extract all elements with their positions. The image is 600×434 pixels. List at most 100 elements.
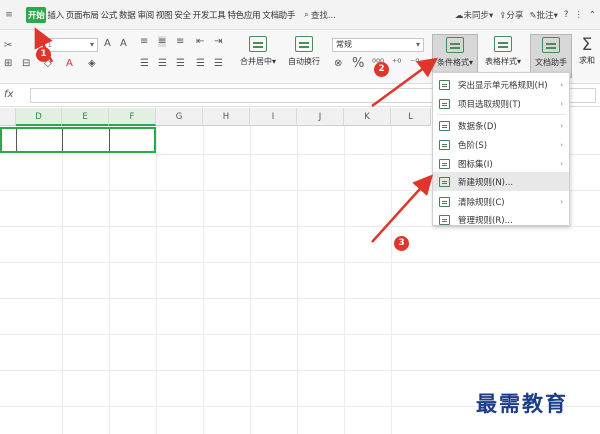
border-dropdown-icon[interactable]: ⊟: [22, 58, 30, 69]
tab-page-layout[interactable]: 页面布局: [65, 9, 100, 21]
wrap-icon: [295, 36, 313, 52]
step-badge-2: 2: [374, 62, 389, 77]
decimal-increase-icon[interactable]: ⁺⁰: [392, 58, 401, 69]
align-center-icon[interactable]: ☰: [158, 58, 167, 69]
number-format-select[interactable]: 常规 ▾: [332, 38, 424, 52]
quick-access-icon[interactable]: ≡: [2, 10, 16, 20]
tab-insert[interactable]: 插入: [46, 9, 64, 21]
menu-item-top-bottom-rules[interactable]: 项目选取规则(T) ›: [433, 94, 569, 113]
currency-icon[interactable]: ⊗: [334, 58, 342, 69]
tab-start[interactable]: 开始: [26, 6, 47, 23]
grid-line: [297, 126, 298, 434]
sync-button[interactable]: ☁未同步▾: [455, 9, 493, 21]
distribute-icon[interactable]: ☰: [214, 58, 223, 69]
sum-button[interactable]: Σ 求和: [574, 34, 600, 78]
sigma-icon: Σ: [581, 35, 593, 55]
tab-review[interactable]: 审阅: [136, 9, 154, 21]
search-box[interactable]: ⌕ 查找...: [304, 9, 336, 21]
corner-header[interactable]: [0, 108, 16, 126]
clear-format-icon[interactable]: ◈: [88, 58, 96, 69]
grid-line: [109, 126, 110, 434]
align-middle-icon[interactable]: ≡: [158, 36, 167, 47]
manage-rules-icon: [439, 214, 450, 225]
comment-button[interactable]: ✎批注▾: [529, 9, 557, 21]
indent-increase-icon[interactable]: ⇥: [214, 36, 222, 47]
new-rule-icon: [439, 176, 450, 187]
grid-line: [0, 370, 600, 371]
search-icon: ⌕: [304, 9, 309, 20]
merge-icon: [249, 36, 267, 52]
column-header-d[interactable]: D: [16, 108, 62, 126]
menu-item-icon-sets[interactable]: 图标集(I) ›: [433, 154, 569, 173]
tab-view[interactable]: 视图: [155, 9, 173, 21]
more-icon[interactable]: ⋮: [574, 10, 583, 20]
grid-line: [156, 126, 157, 434]
indent-decrease-icon[interactable]: ⇤: [196, 36, 204, 47]
border-icon[interactable]: ⊞: [4, 58, 12, 69]
tab-special[interactable]: 特色应用: [226, 9, 261, 21]
font-color-icon[interactable]: A: [66, 58, 73, 69]
grid-line: [62, 126, 63, 434]
menu-item-data-bars[interactable]: 数据条(D) ›: [433, 116, 569, 135]
table-style-icon: [494, 36, 512, 52]
doc-assistant-icon: [542, 37, 560, 53]
font-grow-icon[interactable]: A: [104, 38, 111, 49]
menu-item-manage-rules[interactable]: 管理规则(R)...: [433, 210, 569, 229]
percent-button[interactable]: %: [352, 56, 364, 71]
tab-security[interactable]: 安全: [173, 9, 191, 21]
menu-separator: [437, 114, 565, 115]
merge-center-button[interactable]: 合并居中▾: [238, 34, 278, 78]
collapse-icon[interactable]: ⌃: [589, 10, 596, 20]
share-button[interactable]: ⇪分享: [499, 9, 523, 21]
conditional-format-icon: [446, 37, 464, 53]
grid-line: [344, 126, 345, 434]
column-header-h[interactable]: H: [203, 108, 250, 126]
tab-developer[interactable]: 开发工具: [192, 9, 227, 21]
conditional-format-menu: 突出显示单元格规则(H) › 项目选取规则(T) › 数据条(D) › 色阶(S…: [432, 72, 570, 226]
chevron-right-icon: ›: [560, 197, 563, 206]
icon-sets-icon: [439, 158, 450, 169]
grid-line: [0, 298, 600, 299]
chevron-right-icon: ›: [560, 140, 563, 149]
decimal-decrease-icon[interactable]: ⁻⁰: [410, 58, 419, 69]
data-bars-icon: [439, 120, 450, 131]
align-left-icon[interactable]: ☰: [140, 58, 149, 69]
tab-doc-assistant[interactable]: 文档助手: [261, 9, 296, 21]
justify-icon[interactable]: ☰: [196, 58, 205, 69]
menu-item-new-rule[interactable]: 新建规则(N)...: [433, 172, 569, 191]
column-header-i[interactable]: I: [250, 108, 297, 126]
column-header-f[interactable]: F: [109, 108, 156, 126]
wrap-text-button[interactable]: 自动换行: [284, 34, 324, 78]
column-header-j[interactable]: J: [297, 108, 344, 126]
grid-line: [0, 334, 600, 335]
menu-item-color-scales[interactable]: 色阶(S) ›: [433, 135, 569, 154]
column-header-l[interactable]: L: [391, 108, 431, 126]
cloud-icon: ☁: [455, 11, 464, 21]
right-tools: ☁未同步▾ ⇪分享 ✎批注▾ ? ⋮ ⌃: [455, 0, 596, 30]
align-bottom-icon[interactable]: ≡: [176, 36, 184, 47]
chevron-right-icon: ›: [560, 159, 563, 168]
column-header-g[interactable]: G: [156, 108, 203, 126]
font-shrink-icon[interactable]: A: [120, 38, 127, 49]
chevron-right-icon: ›: [560, 99, 563, 108]
column-header-k[interactable]: K: [344, 108, 391, 126]
align-right-icon[interactable]: ☰: [176, 58, 185, 69]
help-icon[interactable]: ?: [564, 10, 569, 20]
comment-icon: ✎: [529, 11, 537, 21]
chevron-right-icon: ›: [560, 80, 563, 89]
fx-label[interactable]: fx: [4, 89, 13, 100]
align-top-icon[interactable]: ≡: [140, 36, 148, 47]
column-header-e[interactable]: E: [62, 108, 109, 126]
watermark-text: 最需教育: [476, 391, 568, 416]
chevron-right-icon: ›: [560, 121, 563, 130]
tab-formula[interactable]: 公式: [100, 9, 118, 21]
menu-item-clear-rules[interactable]: 清除规则(C) ›: [433, 192, 569, 211]
menu-item-highlight-rules[interactable]: 突出显示单元格规则(H) ›: [433, 75, 569, 94]
step-badge-1: 1: [36, 47, 51, 62]
paste-icon[interactable]: ✂: [4, 40, 12, 51]
tab-data[interactable]: 数据: [118, 9, 136, 21]
grid-line: [391, 126, 392, 434]
color-scales-icon: [439, 139, 450, 150]
top-bottom-rules-icon: [439, 98, 450, 109]
grid-line: [0, 262, 600, 263]
